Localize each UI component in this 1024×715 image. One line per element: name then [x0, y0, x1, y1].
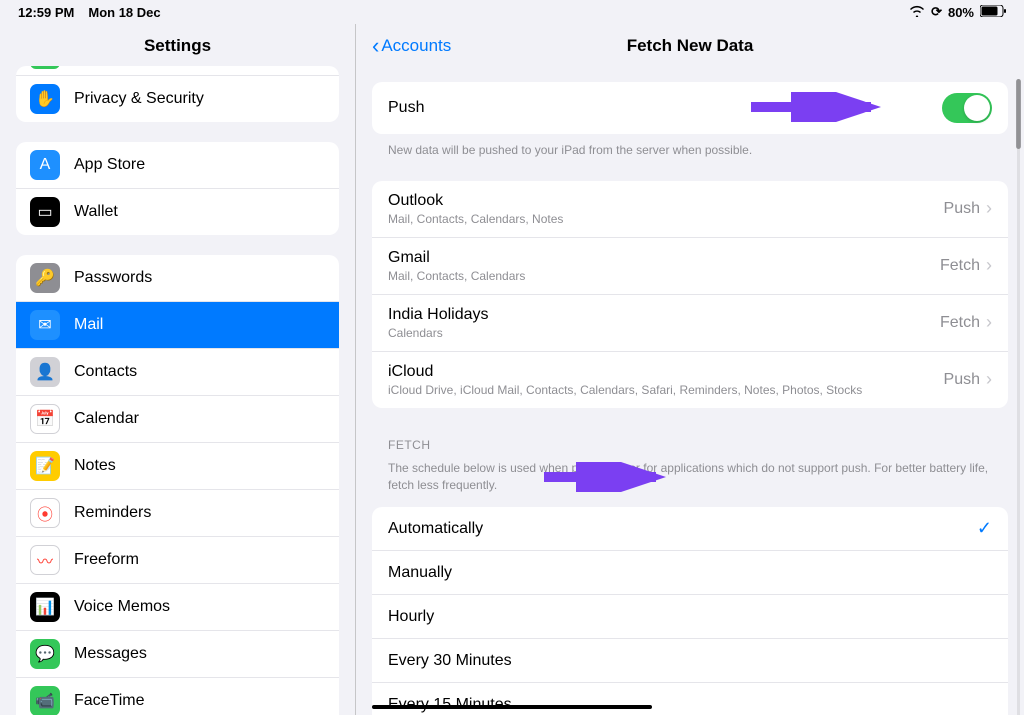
sidebar-label: FaceTime	[74, 692, 145, 710]
chevron-right-icon: ›	[986, 312, 992, 333]
sidebar-item-notes[interactable]: 📝 Notes	[16, 443, 339, 490]
sidebar-label: Contacts	[74, 363, 137, 381]
sidebar-item-calendar[interactable]: 📅 Calendar	[16, 396, 339, 443]
account-row-icloud[interactable]: iCloud iCloud Drive, iCloud Mail, Contact…	[372, 352, 1008, 408]
page-title: Fetch New Data	[627, 36, 754, 56]
sidebar-label: Freeform	[74, 551, 139, 569]
fetch-option-every-30-minutes[interactable]: Every 30 Minutes	[372, 639, 1008, 683]
checkmark-icon: ✓	[977, 518, 992, 539]
scrollbar-track	[1017, 79, 1020, 715]
contacts-icon: 👤	[30, 357, 60, 387]
sidebar-item-contacts[interactable]: 👤 Contacts	[16, 349, 339, 396]
chevron-right-icon: ›	[986, 255, 992, 276]
account-detail: Mail, Contacts, Calendars	[388, 269, 525, 283]
account-row-outlook[interactable]: Outlook Mail, Contacts, Calendars, Notes P…	[372, 181, 1008, 238]
sidebar-item-app-store[interactable]: A App Store	[16, 142, 339, 189]
push-label: Push	[388, 99, 424, 117]
sidebar-item-passwords[interactable]: 🔑 Passwords	[16, 255, 339, 302]
sidebar-title: Settings	[0, 24, 355, 66]
partial-icon	[30, 66, 60, 69]
back-label: Accounts	[381, 36, 451, 56]
account-mode: Push	[944, 371, 980, 389]
sidebar-label: Mail	[74, 316, 103, 334]
account-detail: Mail, Contacts, Calendars, Notes	[388, 212, 563, 226]
account-row-india-holidays[interactable]: India Holidays Calendars Fetch ›	[372, 295, 1008, 352]
fetch-header: Fetch	[372, 432, 1008, 460]
main-panel: ‹ Accounts Fetch New Data Push New data …	[356, 24, 1024, 715]
fetch-option-label: Hourly	[388, 608, 434, 626]
sidebar-item-mail[interactable]: ✉ Mail	[16, 302, 339, 349]
sidebar-item-wallet[interactable]: ▭ Wallet	[16, 189, 339, 235]
account-name: India Holidays	[388, 306, 489, 324]
fetch-option-every-15-minutes[interactable]: Every 15 Minutes	[372, 683, 1008, 715]
fetch-option-automatically[interactable]: Automatically ✓	[372, 507, 1008, 551]
push-footer: New data will be pushed to your iPad fro…	[372, 134, 1008, 167]
sidebar-label: Reminders	[74, 504, 151, 522]
fetch-option-label: Every 30 Minutes	[388, 652, 512, 670]
account-detail: Calendars	[388, 326, 489, 340]
chevron-right-icon: ›	[986, 198, 992, 219]
sidebar-item-freeform[interactable]: 〰 Freeform	[16, 537, 339, 584]
fetch-option-manually[interactable]: Manually	[372, 551, 1008, 595]
notes-icon: 📝	[30, 451, 60, 481]
push-toggle[interactable]	[942, 93, 992, 123]
calendar-icon: 📅	[30, 404, 60, 434]
home-indicator[interactable]	[372, 705, 652, 709]
sidebar-item-reminders[interactable]: ⦿ Reminders	[16, 490, 339, 537]
privacy-security-icon: ✋	[30, 84, 60, 114]
push-row: Push	[372, 82, 1008, 134]
chevron-left-icon: ‹	[372, 35, 379, 57]
sidebar-item-messages[interactable]: 💬 Messages	[16, 631, 339, 678]
settings-sidebar[interactable]: Settings ✋ Privacy & Security A App Store ▭ W…	[0, 24, 356, 715]
account-mode: Fetch	[940, 257, 980, 275]
sidebar-item-facetime[interactable]: 📹 FaceTime	[16, 678, 339, 715]
wifi-icon	[909, 5, 925, 20]
sidebar-label: Wallet	[74, 203, 118, 221]
chevron-right-icon: ›	[986, 369, 992, 390]
mail-icon: ✉	[30, 310, 60, 340]
sidebar-label: Privacy & Security	[74, 90, 204, 108]
wallet-icon: ▭	[30, 197, 60, 227]
status-time: 12:59 PM	[18, 5, 74, 20]
sidebar-label: Notes	[74, 457, 116, 475]
sidebar-item-partial[interactable]	[16, 66, 339, 76]
freeform-icon: 〰	[30, 545, 60, 575]
account-row-gmail[interactable]: Gmail Mail, Contacts, Calendars Fetch ›	[372, 238, 1008, 295]
sidebar-label: App Store	[74, 156, 145, 174]
account-name: Gmail	[388, 249, 525, 267]
account-name: Outlook	[388, 192, 563, 210]
facetime-icon: 📹	[30, 686, 60, 715]
battery-percent: 80%	[948, 5, 974, 20]
sidebar-item-voice-memos[interactable]: 📊 Voice Memos	[16, 584, 339, 631]
account-detail: iCloud Drive, iCloud Mail, Contacts, Cal…	[388, 383, 862, 397]
back-button[interactable]: ‹ Accounts	[372, 35, 451, 57]
sidebar-label: Passwords	[74, 269, 152, 287]
fetch-option-label: Manually	[388, 564, 452, 582]
account-mode: Fetch	[940, 314, 980, 332]
messages-icon: 💬	[30, 639, 60, 669]
rotation-lock-icon: ⟳	[931, 4, 942, 20]
fetch-option-hourly[interactable]: Hourly	[372, 595, 1008, 639]
fetch-desc: The schedule below is used when push is …	[372, 460, 1008, 502]
voice-memos-icon: 📊	[30, 592, 60, 622]
scrollbar-thumb[interactable]	[1016, 79, 1021, 149]
battery-icon	[980, 5, 1006, 20]
sidebar-label: Messages	[74, 645, 147, 663]
app-store-icon: A	[30, 150, 60, 180]
sidebar-label: Calendar	[74, 410, 139, 428]
passwords-icon: 🔑	[30, 263, 60, 293]
reminders-icon: ⦿	[30, 498, 60, 528]
sidebar-item-privacy-security[interactable]: ✋ Privacy & Security	[16, 76, 339, 122]
sidebar-label: Voice Memos	[74, 598, 170, 616]
account-name: iCloud	[388, 363, 862, 381]
fetch-option-label: Automatically	[388, 520, 483, 538]
status-date: Mon 18 Dec	[88, 5, 160, 20]
account-mode: Push	[944, 200, 980, 218]
main-header: ‹ Accounts Fetch New Data	[356, 24, 1024, 68]
status-bar: 12:59 PM Mon 18 Dec ⟳ 80%	[0, 0, 1024, 24]
